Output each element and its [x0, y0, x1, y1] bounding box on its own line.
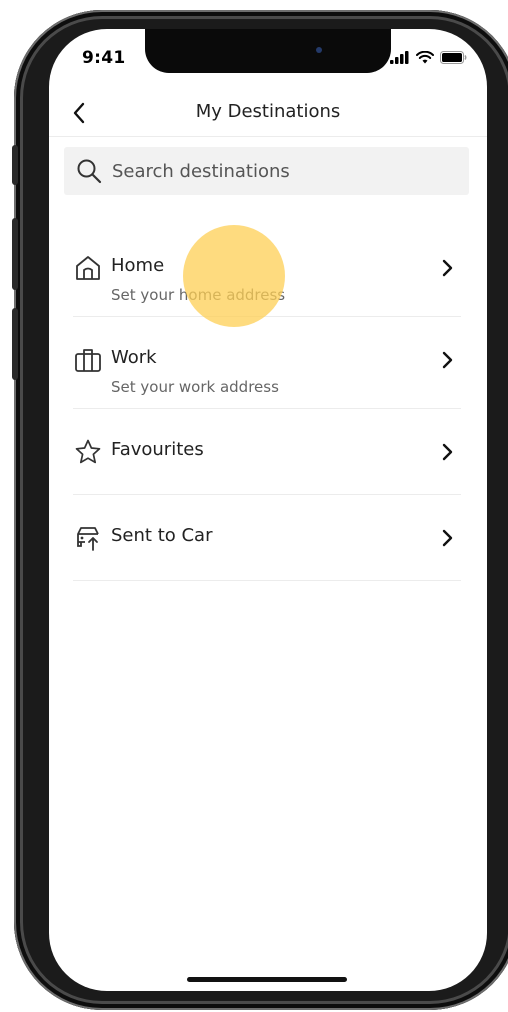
chevron-right-icon [439, 349, 455, 371]
search-bar[interactable] [64, 147, 469, 195]
mute-switch [12, 145, 18, 185]
home-icon [73, 253, 103, 283]
car-upload-icon [73, 523, 103, 553]
signal-icon [390, 51, 409, 64]
briefcase-icon [73, 345, 103, 375]
home-indicator [187, 977, 347, 982]
screen: 9:41 My Destinations Search destinations… [49, 29, 487, 991]
destination-item-home[interactable]: Home Set your home address [73, 225, 461, 317]
destination-list: Home Set your home address Work Set your… [49, 225, 487, 581]
page-title: My Destinations [195, 101, 341, 122]
chevron-right-icon [439, 441, 455, 463]
destination-title: Favourites [111, 439, 204, 460]
destination-item-work[interactable]: Work Set your work address [73, 317, 461, 409]
notch [145, 29, 391, 73]
status-icons [390, 51, 467, 64]
volume-up-button [12, 218, 18, 290]
status-time: 9:41 [82, 48, 126, 68]
wifi-icon [416, 51, 434, 64]
destination-title: Home [111, 255, 165, 276]
search-input[interactable] [112, 160, 452, 182]
chevron-right-icon [439, 257, 455, 279]
volume-down-button [12, 308, 18, 380]
destination-title: Work [111, 347, 157, 368]
destination-item-favourites[interactable]: Favourites [73, 409, 461, 495]
star-icon [73, 437, 103, 467]
camera-dot [316, 47, 322, 53]
chevron-right-icon [439, 527, 455, 549]
destination-subtitle: Set your home address [111, 286, 286, 304]
search-icon [74, 156, 104, 186]
battery-icon [440, 51, 467, 64]
destination-subtitle: Set your work address [111, 378, 279, 396]
navigation-bar: My Destinations [49, 91, 487, 137]
destination-title: Sent to Car [111, 525, 213, 546]
destination-item-sent-to-car[interactable]: Sent to Car [73, 495, 461, 581]
